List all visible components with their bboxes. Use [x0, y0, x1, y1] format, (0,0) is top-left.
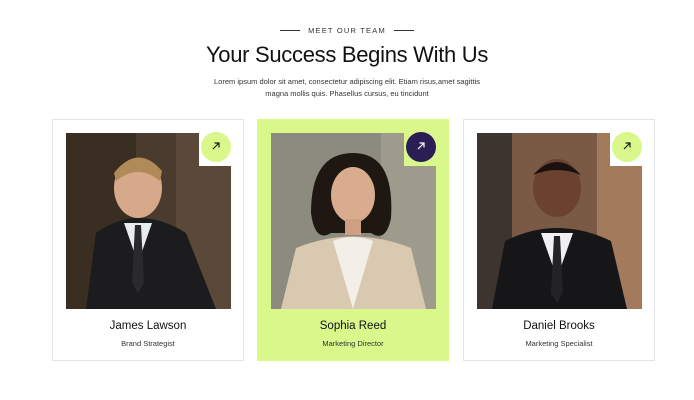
arrow-up-right-icon — [211, 138, 221, 156]
eyebrow-row: MEET OUR TEAM — [0, 26, 694, 35]
eyebrow-line-left — [280, 30, 301, 31]
team-member-name: James Lawson — [109, 320, 187, 332]
section-eyebrow: MEET OUR TEAM — [308, 26, 386, 35]
team-member-role: Brand Strategist — [121, 339, 175, 348]
team-card-daniel-brooks[interactable]: Daniel Brooks Marketing Specialist — [463, 119, 655, 361]
section-title: Your Success Begins With Us — [205, 42, 489, 67]
profile-link-button[interactable] — [406, 132, 436, 162]
team-member-role: Marketing Director — [322, 339, 384, 348]
team-member-role: Marketing Specialist — [525, 339, 593, 348]
team-card-james-lawson[interactable]: James Lawson Brand Strategist — [52, 119, 244, 361]
arrow-up-right-icon — [416, 138, 426, 156]
eyebrow-line-right — [393, 30, 414, 31]
team-card-sophia-reed[interactable]: Sophia Reed Marketing Director — [257, 119, 449, 361]
profile-link-button[interactable] — [612, 132, 642, 162]
profile-link-button[interactable] — [201, 132, 231, 162]
section-subtitle: Lorem ipsum dolor sit amet, consectetur … — [214, 77, 480, 98]
team-member-name: Sophia Reed — [319, 320, 387, 332]
team-member-name: Daniel Brooks — [523, 320, 595, 332]
arrow-up-right-icon — [622, 138, 632, 156]
